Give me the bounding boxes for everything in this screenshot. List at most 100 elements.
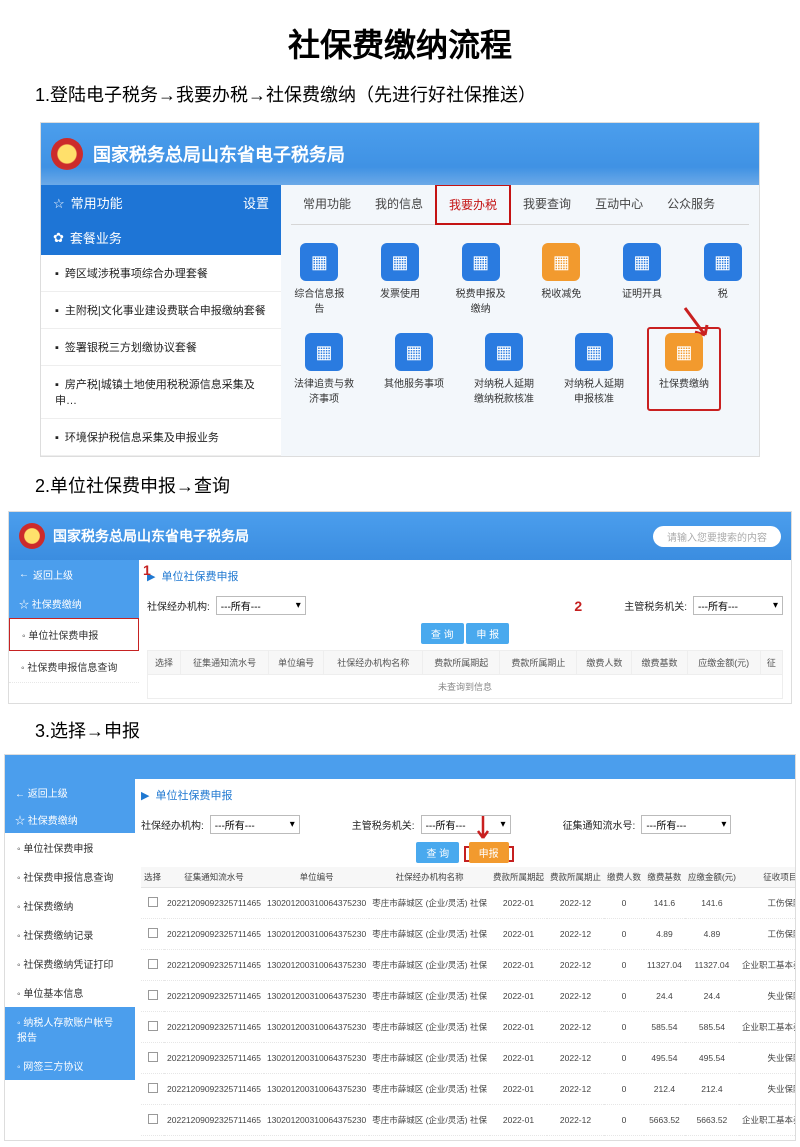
table-cell: 0 bbox=[604, 1012, 644, 1043]
filter-org-select[interactable]: ---所有---▾ bbox=[216, 596, 306, 615]
sidebar-section-social[interactable]: ☆ 社保费缴纳 bbox=[5, 806, 135, 833]
query-button[interactable]: 查 询 bbox=[421, 623, 464, 644]
sidebar-item[interactable]: ▪主附税|文化事业建设费联合申报缴纳套餐 bbox=[41, 292, 281, 329]
row-checkbox[interactable] bbox=[148, 1114, 158, 1124]
sidebar-header-packages[interactable]: ✿套餐业务 bbox=[41, 220, 281, 255]
screenshot-2: 国家税务总局山东省电子税务局 请输入您要搜索的内容 ←返回上级 ☆ 社保费缴纳 … bbox=[8, 511, 792, 704]
sidebar-item[interactable]: ◦ 社保费缴纳凭证打印 bbox=[5, 949, 135, 978]
tab-我要办税[interactable]: 我要办税 bbox=[435, 185, 511, 225]
tab-互动中心[interactable]: 互动中心 bbox=[583, 185, 655, 224]
table-cell: 20221209092325711465 bbox=[164, 1012, 264, 1043]
sidebar-item[interactable]: ▪房产税|城镇土地使用税税源信息采集及申… bbox=[41, 366, 281, 419]
filter-org-select[interactable]: ---所有---▾ bbox=[210, 815, 300, 834]
service-icon: ▦ bbox=[542, 243, 580, 281]
service-item[interactable]: ▦对纳税人延期申报核准 bbox=[563, 333, 625, 405]
table-header: 社保经办机构名称 bbox=[324, 651, 423, 675]
table-cell: 20221209092325711465 bbox=[164, 950, 264, 981]
query-button[interactable]: 查 询 bbox=[416, 842, 459, 863]
sidebar-item[interactable]: ◦ 单位社保费申报 bbox=[5, 833, 135, 862]
tab-公众服务[interactable]: 公众服务 bbox=[655, 185, 727, 224]
table-cell: 失业保险费 bbox=[739, 981, 795, 1012]
table-header: 征 bbox=[760, 651, 782, 675]
row-checkbox[interactable] bbox=[148, 1083, 158, 1093]
row-checkbox[interactable] bbox=[148, 959, 158, 969]
sidebar: ← 返回上级 ☆ 社保费缴纳 ◦ 单位社保费申报◦ 社保费申报信息查询◦ 社保费… bbox=[5, 779, 135, 1140]
search-input[interactable]: 请输入您要搜索的内容 bbox=[653, 526, 781, 547]
sidebar-item[interactable]: ◦ 网签三方协议 bbox=[5, 1051, 135, 1080]
table-header: 应缴金额(元) bbox=[687, 651, 760, 675]
service-label: 税收减免 bbox=[535, 285, 588, 300]
back-link[interactable]: ←返回上级 bbox=[9, 560, 139, 589]
service-item[interactable]: ▦法律追责与救济事项 bbox=[293, 333, 355, 405]
sidebar-section-social[interactable]: ☆ 社保费缴纳 bbox=[9, 589, 139, 618]
tab-常用功能[interactable]: 常用功能 bbox=[291, 185, 363, 224]
tab-我的信息[interactable]: 我的信息 bbox=[363, 185, 435, 224]
service-item[interactable]: ▦发票使用 bbox=[374, 243, 427, 315]
row-checkbox[interactable] bbox=[148, 928, 158, 938]
declare-button[interactable]: 申 报 bbox=[466, 623, 509, 644]
declare-button-highlight: 申报 bbox=[464, 846, 514, 862]
service-item[interactable]: ▦对纳税人延期缴纳税款核准 bbox=[473, 333, 535, 405]
row-checkbox[interactable] bbox=[148, 897, 158, 907]
table-cell: 枣庄市薛城区 (企业/灵活) 社保 bbox=[369, 919, 490, 950]
table-cell: 11327.04 bbox=[685, 950, 739, 981]
bullet-icon: ▪ bbox=[55, 268, 59, 280]
table-header: 社保经办机构名称 bbox=[369, 867, 490, 888]
breadcrumb: ▶单位社保费申报 bbox=[141, 783, 789, 807]
sidebar-header-common[interactable]: ☆常用功能 设置 bbox=[41, 185, 281, 220]
table-cell: 企业职工基本养老保险费 bbox=[739, 950, 795, 981]
service-item[interactable]: ▦ 税收减免 bbox=[535, 243, 588, 315]
row-checkbox[interactable] bbox=[148, 1021, 158, 1031]
table-cell: 企业职工基本养老保险费 bbox=[739, 1012, 795, 1043]
service-item[interactable]: ▦证明开具 bbox=[616, 243, 669, 315]
sidebar-item[interactable]: ◦ 单位社保费申报 bbox=[9, 618, 139, 651]
table-header: 单位编号 bbox=[269, 651, 324, 675]
back-link[interactable]: ← 返回上级 bbox=[5, 779, 135, 806]
table-cell: 工伤保险费 bbox=[739, 919, 795, 950]
table-cell: 24.4 bbox=[685, 981, 739, 1012]
table-cell: 24.4 bbox=[644, 981, 685, 1012]
table-cell: 130201200310064375230 bbox=[264, 1012, 369, 1043]
filter-tax-select[interactable]: ---所有---▾ bbox=[693, 596, 783, 615]
table-cell: 2022-01 bbox=[490, 981, 547, 1012]
sidebar-item[interactable]: ▪环境保护税信息采集及申报业务 bbox=[41, 419, 281, 456]
sidebar-item[interactable]: ◦ 纳税人存款账户帐号报告 bbox=[5, 1007, 135, 1051]
sidebar-item[interactable]: ◦ 社保费缴纳记录 bbox=[5, 920, 135, 949]
red-arrow-icon bbox=[483, 185, 523, 191]
table-header: 选择 bbox=[148, 651, 181, 675]
table-cell: 4.89 bbox=[644, 919, 685, 950]
sidebar-item[interactable]: ▪跨区域涉税事项综合办理套餐 bbox=[41, 255, 281, 292]
table-cell: 130201200310064375230 bbox=[264, 919, 369, 950]
service-item[interactable]: ▦其他服务事项 bbox=[383, 333, 445, 405]
sidebar-item[interactable]: ◦ 单位基本信息 bbox=[5, 978, 135, 1007]
row-checkbox[interactable] bbox=[148, 1052, 158, 1062]
filter-row: 社保经办机构: ---所有---▾ 2 主管税务机关: ---所有---▾ bbox=[147, 588, 783, 623]
table-cell: 枣庄市薛城区 (企业/灵活) 社保 bbox=[369, 981, 490, 1012]
table-cell: 20221209092325711465 bbox=[164, 1105, 264, 1136]
filter-serial-select[interactable]: ---所有---▾ bbox=[641, 815, 731, 834]
table-row: 2022120909232571146513020120031006437523… bbox=[141, 981, 795, 1012]
declare-button[interactable]: 申报 bbox=[469, 842, 509, 863]
sidebar-item[interactable]: ◦ 社保费缴纳 bbox=[5, 891, 135, 920]
table-cell: 2022-01 bbox=[490, 919, 547, 950]
table-row: 2022120909232571146513020120031006437523… bbox=[141, 888, 795, 919]
table-cell: 0 bbox=[604, 950, 644, 981]
filter-tax-label: 主管税务机关: bbox=[624, 598, 687, 613]
sidebar-item[interactable]: ◦ 社保费申报信息查询 bbox=[9, 651, 139, 683]
table-cell: 141.6 bbox=[644, 888, 685, 919]
row-checkbox[interactable] bbox=[148, 990, 158, 1000]
service-item[interactable]: ▦综合信息报告 bbox=[293, 243, 346, 315]
table-cell: 212.4 bbox=[685, 1074, 739, 1105]
service-item[interactable]: ▦社保费缴纳 bbox=[653, 333, 715, 405]
sidebar-item[interactable]: ▪签署银税三方划缴协议套餐 bbox=[41, 329, 281, 366]
table-cell: 5663.52 bbox=[644, 1105, 685, 1136]
settings-link[interactable]: 设置 bbox=[243, 193, 269, 212]
table-cell: 212.4 bbox=[644, 1074, 685, 1105]
sidebar-item[interactable]: ◦ 社保费申报信息查询 bbox=[5, 862, 135, 891]
table-cell: 失业保险费 bbox=[739, 1074, 795, 1105]
filter-tax-select[interactable]: ---所有---▾ bbox=[421, 815, 511, 834]
table-header: 费款所属期起 bbox=[490, 867, 547, 888]
table-cell: 5663.52 bbox=[685, 1105, 739, 1136]
star-icon: ☆ bbox=[53, 196, 65, 212]
service-item[interactable]: ▦税费申报及缴纳 bbox=[454, 243, 507, 315]
